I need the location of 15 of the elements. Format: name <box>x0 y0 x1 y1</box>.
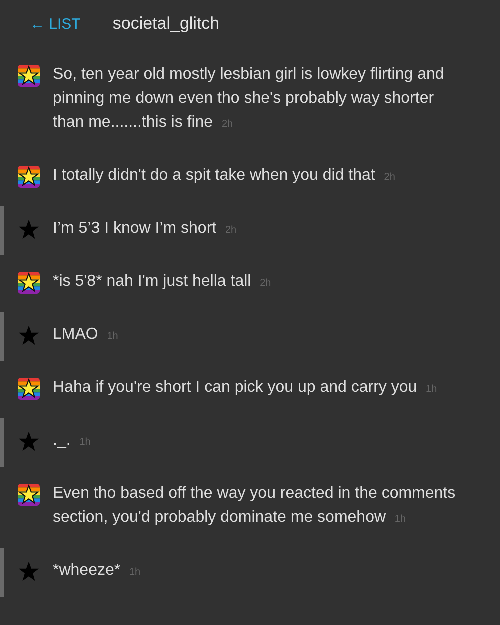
star-avatar-icon <box>18 561 40 583</box>
conversation-title: societal_glitch <box>112 14 220 34</box>
message-marker <box>0 548 4 597</box>
message-marker <box>0 312 4 361</box>
rainbow-star-avatar-icon <box>18 166 40 188</box>
message-marker <box>0 206 4 255</box>
rainbow-star-avatar-icon <box>18 378 40 400</box>
rainbow-star-avatar-icon <box>18 484 40 506</box>
star-avatar-icon <box>18 431 40 453</box>
message-marker <box>0 418 4 467</box>
back-link[interactable]: ← LIST <box>30 16 81 32</box>
rainbow-star-avatar-icon <box>18 65 40 87</box>
rainbow-star-avatar-icon <box>18 272 40 294</box>
star-avatar-icon <box>18 219 40 241</box>
star-avatar-icon <box>18 325 40 347</box>
